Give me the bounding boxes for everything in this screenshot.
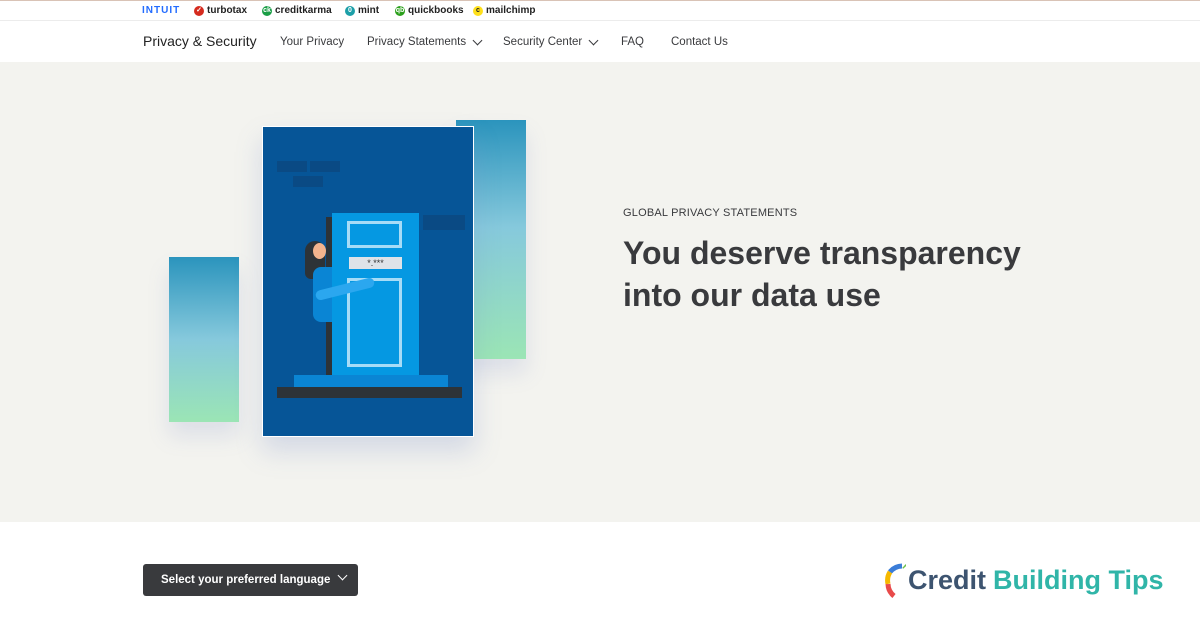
brand-mailchimp[interactable]: c mailchimp (473, 5, 535, 16)
chevron-down-icon (337, 570, 348, 581)
nav-faq[interactable]: FAQ (621, 36, 644, 48)
watermark-logo: Credit Building Tips (884, 558, 1164, 602)
language-select[interactable]: Select your preferred language (143, 564, 358, 596)
mint-icon: 0 (345, 5, 355, 16)
brick (423, 215, 465, 230)
password-keypad: *.*** (349, 257, 402, 269)
brand-creditkarma[interactable]: ck creditkarma (262, 5, 332, 16)
chevron-down-icon (472, 35, 483, 45)
person-face (313, 243, 326, 259)
hero-section: *.*** GLOBAL PRIVACY STATEMENTS You dese… (0, 62, 1200, 522)
site-title[interactable]: Privacy & Security (143, 33, 257, 49)
door-window (347, 221, 402, 248)
hero-eyebrow: GLOBAL PRIVACY STATEMENTS (623, 207, 798, 219)
brand-bar: INTUIT ✓ turbotax ck creditkarma 0 mint qb q… (0, 0, 1200, 21)
credit-arc-icon (885, 563, 906, 598)
brick (310, 161, 340, 172)
nav-contact-us[interactable]: Contact Us (671, 36, 728, 48)
nav-security-center[interactable]: Security Center (503, 35, 599, 48)
brick (293, 176, 323, 187)
mailchimp-icon: c (473, 5, 483, 16)
chevron-down-icon (588, 35, 599, 45)
watermark-word-building-tips: Building Tips (993, 564, 1164, 595)
nav-privacy-statements[interactable]: Privacy Statements (367, 35, 483, 48)
hero-headline: You deserve transparency into our data u… (623, 235, 1021, 313)
turbotax-check-icon: ✓ (194, 5, 204, 16)
watermark-word-credit: Credit (908, 564, 987, 595)
quickbooks-icon: qb (395, 5, 405, 16)
door-step (294, 375, 448, 387)
hero-illustration: *.*** (262, 126, 474, 437)
door-base (277, 387, 462, 398)
brand-intuit[interactable]: INTUIT (142, 5, 180, 16)
brick (277, 161, 307, 172)
nav-your-privacy[interactable]: Your Privacy (280, 36, 344, 48)
brand-mint[interactable]: 0 mint (345, 5, 379, 16)
door-icon: *.*** (332, 213, 419, 377)
main-nav: Privacy & Security Your Privacy Privacy … (0, 21, 1200, 62)
decor-gradient-bar-left (169, 257, 239, 422)
brand-turbotax[interactable]: ✓ turbotax (194, 5, 247, 16)
creditkarma-icon: ck (262, 5, 272, 16)
brand-quickbooks[interactable]: qb quickbooks (395, 5, 464, 16)
